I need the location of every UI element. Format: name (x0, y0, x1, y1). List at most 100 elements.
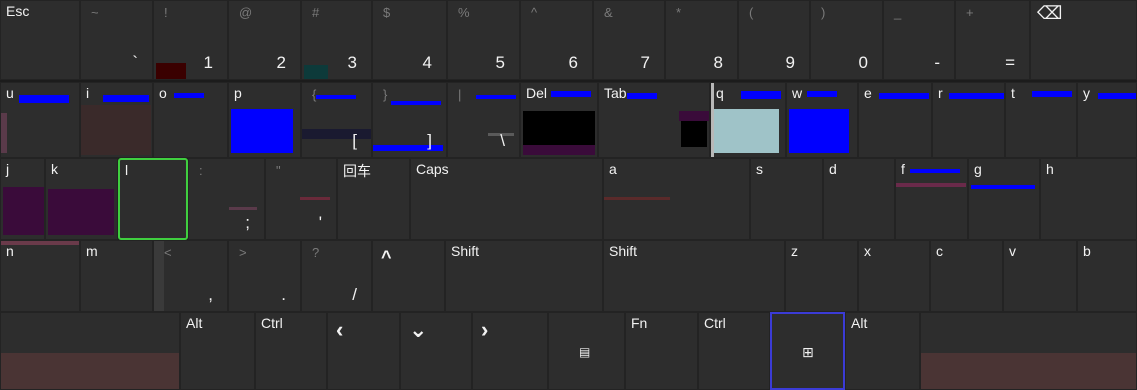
key-j[interactable]: j (0, 158, 45, 240)
key-label: t (1011, 85, 1015, 101)
key-enter[interactable]: 回车 (337, 158, 410, 240)
key-t[interactable]: t (1005, 82, 1077, 158)
key-r[interactable]: r (932, 82, 1005, 158)
key-label: - (934, 53, 940, 72)
key-g[interactable]: g (968, 158, 1040, 240)
render-artifact (174, 93, 204, 98)
key-label: x (864, 243, 871, 259)
key-down[interactable]: ⌄ (400, 312, 472, 390)
key-shift-label: # (312, 5, 320, 20)
key-space-right[interactable] (0, 312, 180, 390)
render-artifact (19, 95, 69, 103)
key-x[interactable]: x (858, 240, 930, 312)
key-fn[interactable]: Fn (625, 312, 698, 390)
key-label: 8 (713, 53, 723, 72)
key-s[interactable]: s (750, 158, 823, 240)
key-win[interactable]: ⊞ (770, 312, 845, 390)
key-0[interactable]: ) 0 (810, 0, 883, 80)
key-menu[interactable]: ▤ (548, 312, 625, 390)
key-backspace[interactable]: ⌫ (1030, 0, 1137, 80)
key-v[interactable]: v (1003, 240, 1077, 312)
key-7[interactable]: & 7 (593, 0, 665, 80)
key-backtick[interactable]: ~ ` (80, 0, 153, 80)
render-artifact (807, 91, 837, 97)
render-artifact (103, 95, 149, 102)
key-label: g (974, 161, 982, 177)
key-1[interactable]: ! 1 (153, 0, 228, 80)
render-artifact (910, 169, 960, 173)
key-alt-right[interactable]: Alt (180, 312, 255, 390)
key-m[interactable]: m (80, 240, 153, 312)
key-del[interactable]: Del (520, 82, 598, 158)
render-artifact (1032, 91, 1072, 97)
key-i[interactable]: i (80, 82, 153, 158)
render-artifact (604, 197, 670, 200)
key-3[interactable]: #3 (301, 0, 372, 80)
key-esc[interactable]: Esc (0, 0, 80, 80)
key-label: Fn (631, 315, 648, 331)
key-label: ' (318, 213, 322, 232)
key-backslash[interactable]: | \ (447, 82, 520, 158)
key-p[interactable]: p (228, 82, 301, 158)
key-d[interactable]: d (823, 158, 895, 240)
key-a[interactable]: a (603, 158, 750, 240)
key-shift-label: @ (239, 5, 253, 20)
key-o[interactable]: o (153, 82, 228, 158)
key-semicolon[interactable]: :; (188, 158, 265, 240)
key-label: v (1009, 243, 1016, 259)
key-lbracket[interactable]: {[ (301, 82, 372, 158)
key-label: 1 (203, 53, 213, 72)
on-screen-keyboard: Esc ~ `! 1 @2 #3 $4% 5 ^ 6 & 7 * 8(9) 0 _ - + = ⌫ u i o p{[}] | \… (0, 0, 1137, 390)
key-q[interactable]: q (710, 82, 786, 158)
key-label: c (936, 243, 943, 259)
key-4[interactable]: $4 (372, 0, 447, 80)
key-quote[interactable]: " ' (265, 158, 337, 240)
render-artifact (523, 145, 595, 155)
key-ctrl-left[interactable]: Ctrl (698, 312, 770, 390)
key-f[interactable]: f (895, 158, 968, 240)
key-shift-label: * (676, 5, 682, 20)
key-comma[interactable]: <, (153, 240, 228, 312)
key-label: h (1046, 161, 1054, 177)
key-slash[interactable]: ? / (301, 240, 372, 312)
key-alt-left[interactable]: Alt (845, 312, 920, 390)
key-5[interactable]: % 5 (447, 0, 520, 80)
key-space-left[interactable] (920, 312, 1137, 390)
key-equals[interactable]: + = (955, 0, 1030, 80)
render-artifact (81, 105, 151, 155)
key-ctrl-right[interactable]: Ctrl (255, 312, 327, 390)
key-6[interactable]: ^ 6 (520, 0, 593, 80)
key-b[interactable]: b (1077, 240, 1137, 312)
key-c[interactable]: c (930, 240, 1003, 312)
key-right[interactable]: › (472, 312, 548, 390)
key-tab[interactable]: Tab (598, 82, 710, 158)
key-l[interactable]: l (118, 158, 188, 240)
key-minus[interactable]: _ - (883, 0, 955, 80)
render-artifact (896, 183, 966, 187)
key-left[interactable]: ‹ (327, 312, 400, 390)
key-9[interactable]: (9 (738, 0, 810, 80)
key-label: Ctrl (704, 315, 726, 331)
key-label: 6 (568, 53, 578, 72)
key-w[interactable]: w (786, 82, 858, 158)
key-z[interactable]: z (785, 240, 858, 312)
key-label: l (125, 162, 129, 178)
key-shift-right[interactable]: Shift (445, 240, 603, 312)
key-rbracket[interactable]: }] (372, 82, 447, 158)
key-shift-left[interactable]: Shift (603, 240, 785, 312)
key-n[interactable]: n (0, 240, 80, 312)
key-label: o (159, 85, 167, 101)
key-shift-label: _ (894, 5, 902, 20)
key-period[interactable]: >. (228, 240, 301, 312)
key-shift-label: : (199, 163, 203, 178)
key-shift-label: ^ (531, 5, 538, 20)
key-caps[interactable]: Caps (410, 158, 603, 240)
key-e[interactable]: e (858, 82, 932, 158)
key-u[interactable]: u (0, 82, 80, 158)
key-8[interactable]: * 8 (665, 0, 738, 80)
key-k[interactable]: k (45, 158, 118, 240)
key-h[interactable]: h (1040, 158, 1137, 240)
key-up[interactable]: ^ (372, 240, 445, 312)
key-2[interactable]: @2 (228, 0, 301, 80)
key-y[interactable]: y (1077, 82, 1137, 158)
